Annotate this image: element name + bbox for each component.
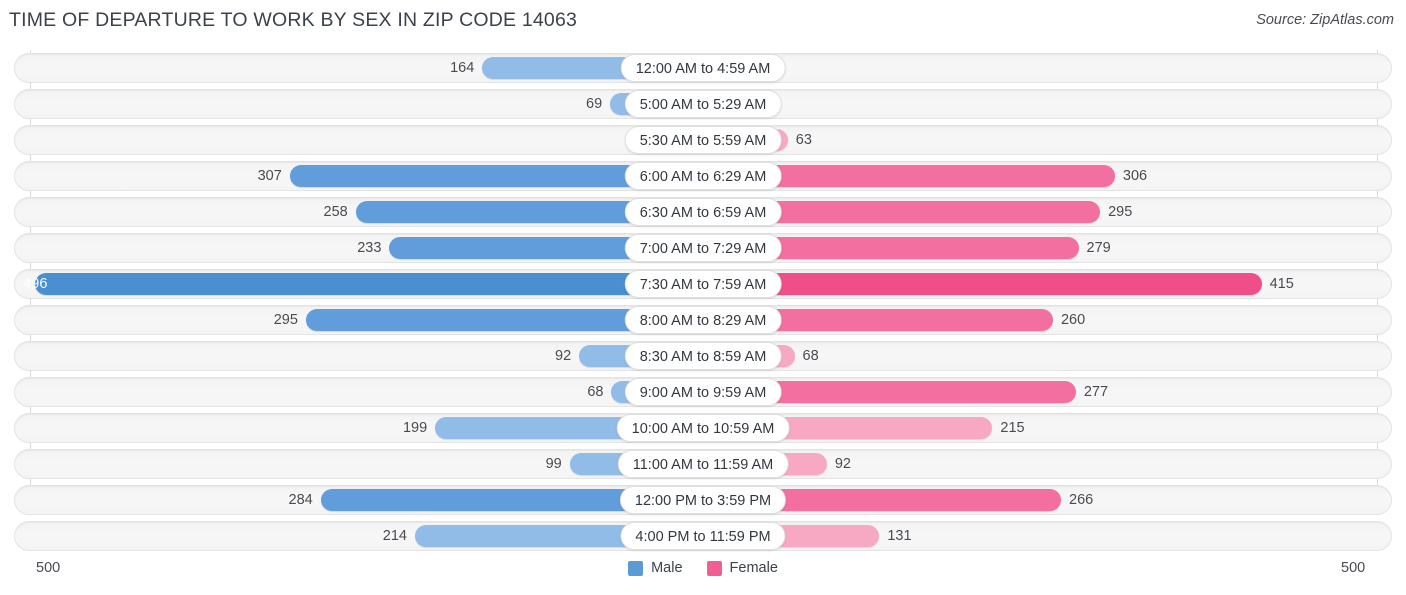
bar-value-female: 279 (1086, 240, 1111, 256)
bar-value-male: 68 (587, 384, 604, 400)
bar-row[interactable]: 69115:00 AM to 5:29 AM (0, 86, 1406, 122)
bar-row[interactable]: 199 215 10:00 AM to 10:59 AM (0, 410, 1406, 446)
bar-value-female: 266 (1069, 492, 1094, 508)
bar-category-label: 10:00 AM to 10:59 AM (616, 414, 790, 442)
bar-row[interactable]: 284 266 12:00 PM to 3:59 PM (0, 482, 1406, 518)
bar-category-label: 12:00 PM to 3:59 PM (619, 486, 787, 514)
bar-row[interactable]: 99 92 11:00 AM to 11:59 AM (0, 446, 1406, 482)
page-title: TIME OF DEPARTURE TO WORK BY SEX IN ZIP … (9, 9, 578, 31)
legend-label-male: Male (651, 560, 683, 576)
legend-swatch-female-icon (706, 560, 722, 576)
bar-value-male: 214 (382, 528, 407, 544)
source-attribution: Source: ZipAtlas.com (1256, 12, 1394, 28)
bar-value-male: 496 (23, 276, 48, 292)
bar-row[interactable]: 214 131 4:00 PM to 11:59 PM (0, 518, 1406, 554)
bar-value-male: 307 (257, 168, 282, 184)
bar-row[interactable]: 295 260 8:00 AM to 8:29 AM (0, 302, 1406, 338)
bar-category-label: 7:30 AM to 7:59 AM (624, 270, 782, 298)
bar-value-female: 131 (887, 528, 912, 544)
bar-category-label: 11:00 AM to 11:59 AM (617, 450, 789, 478)
bar-value-male: 164 (450, 60, 475, 76)
bar-value-female: 260 (1060, 312, 1086, 328)
bar-category-label: 7:00 AM to 7:29 AM (624, 234, 782, 262)
bar-value-female: 92 (834, 456, 851, 472)
bar-row[interactable]: 258 295 6:30 AM to 6:59 AM (0, 194, 1406, 230)
bar-male[interactable] (35, 273, 703, 295)
legend-item-male[interactable]: Male (628, 560, 683, 576)
bar-value-male: 233 (357, 240, 382, 256)
bar-row[interactable]: 233 279 7:00 AM to 7:29 AM (0, 230, 1406, 266)
bar-category-label: 6:30 AM to 6:59 AM (624, 198, 782, 226)
bar-category-label: 8:00 AM to 8:29 AM (624, 306, 782, 334)
legend-swatch-male-icon (628, 560, 644, 576)
bar-category-label: 9:00 AM to 9:59 AM (624, 378, 782, 406)
bar-value-male: 69 (586, 96, 603, 112)
bar-category-label: 6:00 AM to 6:29 AM (624, 162, 782, 190)
bar-value-male: 258 (323, 204, 348, 220)
bar-value-female: 277 (1083, 384, 1109, 400)
legend-item-female[interactable]: Female (706, 560, 778, 576)
bar-row[interactable]: 307 306 6:00 AM to 6:29 AM (0, 158, 1406, 194)
bar-value-male: 92 (555, 348, 572, 364)
bar-value-female: 295 (1108, 204, 1133, 220)
bar-female[interactable] (703, 273, 1262, 295)
bar-row[interactable]: 496 415 7:30 AM to 7:59 AM (0, 266, 1406, 302)
bar-value-female: 415 (1269, 276, 1294, 292)
bar-category-label: 5:00 AM to 5:29 AM (624, 90, 782, 118)
bar-value-female: 68 (802, 348, 819, 364)
bar-category-label: 8:30 AM to 8:59 AM (624, 342, 782, 370)
bar-value-male: 295 (273, 312, 298, 328)
bar-row[interactable]: 92 68 8:30 AM to 8:59 AM (0, 338, 1406, 374)
chart-page: TIME OF DEPARTURE TO WORK BY SEX IN ZIP … (0, 0, 1406, 595)
bar-value-female: 63 (795, 132, 812, 148)
bar-category-label: 5:30 AM to 5:59 AM (624, 126, 782, 154)
chart-plot-area: 164612:00 AM to 4:59 AM69115:00 AM to 5:… (0, 50, 1406, 555)
chart-legend: Male Female (0, 560, 1406, 576)
bar-rows-container: 164612:00 AM to 4:59 AM69115:00 AM to 5:… (0, 50, 1406, 554)
legend-label-female: Female (729, 560, 778, 576)
bar-category-label: 12:00 AM to 4:59 AM (620, 54, 786, 82)
bar-value-male: 284 (288, 492, 313, 508)
bar-category-label: 4:00 PM to 11:59 PM (620, 522, 786, 550)
bar-row[interactable]: 164612:00 AM to 4:59 AM (0, 50, 1406, 86)
bar-value-female: 306 (1122, 168, 1148, 184)
bar-value-female: 215 (1000, 420, 1025, 436)
bar-row[interactable]: 21635:30 AM to 5:59 AM (0, 122, 1406, 158)
bar-row[interactable]: 68 277 9:00 AM to 9:59 AM (0, 374, 1406, 410)
bar-value-male: 99 (545, 456, 562, 472)
bar-value-male: 199 (402, 420, 428, 436)
